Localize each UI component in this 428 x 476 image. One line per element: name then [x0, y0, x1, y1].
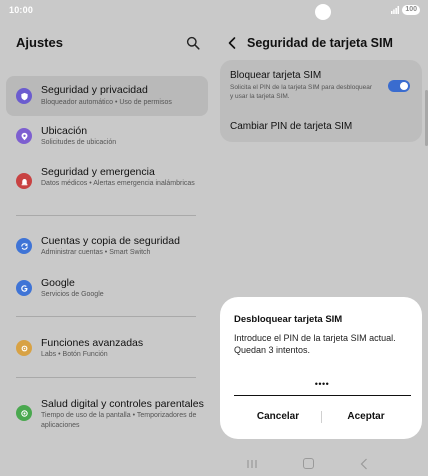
status-time: 10:00: [9, 5, 34, 15]
home-icon[interactable]: [303, 458, 314, 469]
lock-sim-title[interactable]: Bloquear tarjeta SIM: [230, 70, 321, 81]
front-camera-cutout: [315, 4, 331, 20]
page-title: Seguridad de tarjeta SIM: [247, 36, 393, 50]
status-icons: 100: [391, 5, 420, 15]
accept-button[interactable]: Aceptar: [322, 411, 410, 422]
lock-sim-description: Solicita el PIN de la tarjeta SIM para d…: [230, 84, 372, 100]
settings-item-security-privacy[interactable]: Seguridad y privacidad Bloqueador automá…: [6, 76, 208, 116]
page-title: Ajustes: [16, 35, 63, 50]
item-subtitle: Bloqueador automático • Uso de permisos: [41, 99, 172, 106]
lock-sim-toggle[interactable]: [388, 80, 410, 92]
item-subtitle: Administrar cuentas • Smart Switch: [41, 249, 151, 256]
status-bar: 10:00 100: [0, 0, 428, 22]
divider: [16, 316, 196, 317]
shield-icon: [16, 88, 32, 104]
settings-item-safety-emergency[interactable]: Seguridad y emergencia Datos médicos • A…: [6, 160, 208, 206]
item-subtitle: Servicios de Google: [41, 291, 104, 298]
google-icon: [16, 280, 32, 296]
back-arrow-icon[interactable]: [226, 36, 238, 50]
recent-apps-icon[interactable]: [246, 459, 258, 469]
unlock-sim-dialog: Desbloquear tarjeta SIM Introduce el PIN…: [220, 297, 422, 439]
cancel-button[interactable]: Cancelar: [234, 411, 322, 422]
dialog-message: Introduce el PIN de la tarjeta SIM actua…: [234, 333, 409, 356]
dialog-instruction: Introduce el PIN de la tarjeta SIM actua…: [234, 333, 396, 343]
navigation-bar: [0, 454, 428, 476]
item-title: Cuentas y copia de seguridad: [41, 235, 180, 247]
change-sim-pin-item[interactable]: Cambiar PIN de tarjeta SIM: [230, 121, 352, 132]
item-title: Ubicación: [41, 125, 88, 137]
item-title: Google: [41, 277, 75, 289]
signal-icon: [391, 6, 400, 14]
battery-icon: 100: [402, 5, 420, 15]
settings-item-accounts-backup[interactable]: Cuentas y copia de seguridad Administrar…: [6, 230, 208, 264]
pin-input[interactable]: ••••: [234, 379, 410, 389]
gear-plus-icon: [16, 340, 32, 356]
emergency-siren-icon: [16, 173, 32, 189]
settings-list-panel: Ajustes Seguridad y privacidad Bloqueado…: [0, 22, 214, 454]
settings-item-location[interactable]: Ubicación Solicitudes de ubicación: [6, 120, 208, 154]
wellbeing-icon: [16, 405, 32, 421]
pin-input-underline: [234, 395, 411, 396]
settings-item-advanced-features[interactable]: Funciones avanzadas Labs • Botón Función: [6, 332, 208, 366]
item-subtitle: Datos médicos • Alertas emergencia inalá…: [41, 180, 195, 187]
item-title: Salud digital y controles parentales: [41, 398, 204, 410]
settings-item-digital-wellbeing[interactable]: Salud digital y controles parentales Tie…: [6, 392, 208, 438]
search-icon[interactable]: [186, 36, 200, 50]
toggle-knob: [400, 82, 408, 90]
settings-item-google[interactable]: Google Servicios de Google: [6, 272, 208, 306]
dialog-title: Desbloquear tarjeta SIM: [234, 314, 343, 325]
location-pin-icon: [16, 128, 32, 144]
sim-settings-card: Bloquear tarjeta SIM Solicita el PIN de …: [220, 60, 422, 142]
nav-back-icon[interactable]: [360, 458, 368, 470]
item-title: Seguridad y emergencia: [41, 166, 155, 178]
divider: [16, 377, 196, 378]
item-subtitle: Labs • Botón Función: [41, 351, 108, 358]
item-title: Funciones avanzadas: [41, 337, 144, 349]
divider: [16, 215, 196, 216]
item-subtitle: Tiempo de uso de la pantalla • Temporiza…: [41, 412, 197, 429]
item-subtitle: Solicitudes de ubicación: [41, 139, 117, 146]
item-title: Seguridad y privacidad: [41, 84, 148, 96]
dialog-attempts: Quedan 3 intentos.: [234, 344, 311, 355]
sync-icon: [16, 238, 32, 254]
